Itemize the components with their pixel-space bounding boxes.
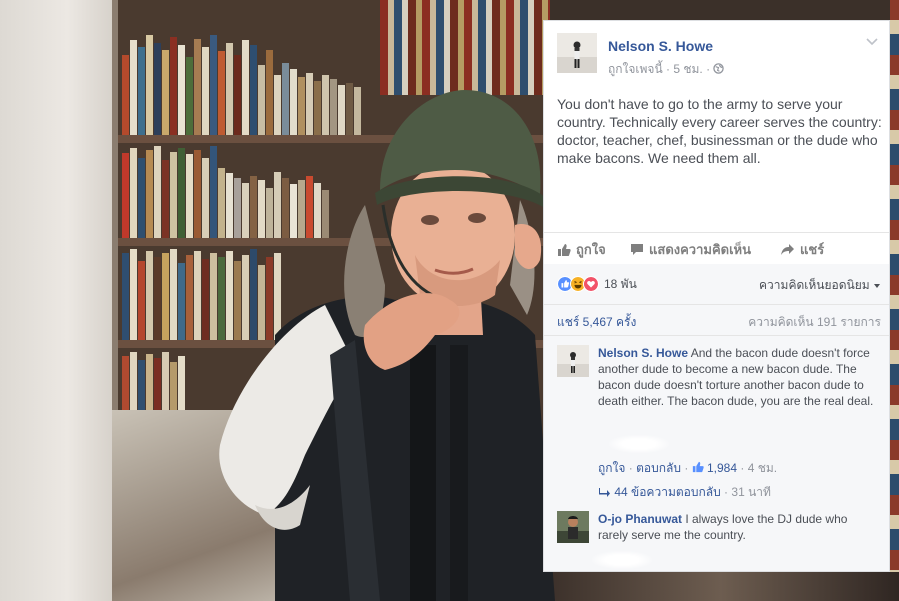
post-author-name[interactable]: Nelson S. Howe <box>608 38 713 54</box>
books <box>380 0 550 95</box>
comment-time[interactable]: 4 ชม. <box>748 461 777 475</box>
like-button[interactable]: ถูกใจ <box>557 239 606 260</box>
comment-actions: ถูกใจ · ตอบกลับ · 1,984 · 4 ชม. <box>598 461 778 475</box>
post-meta: ถูกใจเพจนี้ · 5 ชม. · <box>608 60 725 79</box>
facebook-post-card: Nelson S. Howe ถูกใจเพจนี้ · 5 ชม. · You… <box>543 20 890 572</box>
view-replies-link[interactable]: 44 ข้อความตอบกลับ · 31 นาที <box>599 483 771 502</box>
share-icon <box>781 244 794 255</box>
reply-arrow-icon <box>599 488 610 497</box>
chevron-down-icon[interactable] <box>865 35 879 47</box>
love-reaction-icon <box>583 276 599 292</box>
thumbs-up-icon <box>558 243 571 256</box>
wall <box>0 0 112 601</box>
comment-count[interactable]: ความคิดเห็น 191 รายการ <box>748 313 881 332</box>
comment-icon <box>631 244 643 255</box>
shares-comments-row: แชร์ 5,467 ครั้ง ความคิดเห็น 191 รายการ <box>544 304 889 336</box>
comment-like-count[interactable]: 1,984 <box>707 461 737 475</box>
reactions-summary[interactable]: 18 พัน <box>557 274 637 294</box>
author-avatar[interactable] <box>557 33 597 73</box>
post-text: You don't have to go to the army to serv… <box>557 96 882 166</box>
post-timestamp[interactable]: 5 ชม. <box>673 62 702 76</box>
comment-author[interactable]: O-jo Phanuwat <box>598 512 682 526</box>
share-button[interactable]: แชร์ <box>780 239 824 260</box>
post-header: Nelson S. Howe ถูกใจเพจนี้ · 5 ชม. · <box>557 33 879 77</box>
comment-button[interactable]: แสดงความคิดเห็น <box>630 239 751 260</box>
comment-avatar[interactable] <box>557 511 589 543</box>
comment-reply-link[interactable]: ตอบกลับ <box>636 461 681 475</box>
page-like-link[interactable]: ถูกใจเพจนี้ <box>608 62 663 76</box>
comment-body: Nelson S. Howe And the bacon dude doesn'… <box>598 345 878 409</box>
reaction-count: 18 พัน <box>604 276 637 291</box>
comment-like-link[interactable]: ถูกใจ <box>598 461 625 475</box>
comment-body: O-jo Phanuwat I always love the DJ dude … <box>598 511 878 543</box>
person-in-helmet <box>219 90 555 601</box>
thumbs-up-icon <box>692 461 704 473</box>
comment-author[interactable]: Nelson S. Howe <box>598 346 688 360</box>
top-comments-dropdown[interactable]: ความคิดเห็นยอดนิยม <box>759 276 881 295</box>
comment-item: Nelson S. Howe And the bacon dude doesn'… <box>557 345 882 490</box>
share-count[interactable]: แชร์ 5,467 ครั้ง <box>557 313 636 332</box>
globe-icon <box>713 63 725 74</box>
books <box>122 348 185 418</box>
comment-avatar[interactable] <box>557 345 589 377</box>
post-action-bar: ถูกใจ แสดงความคิดเห็น แชร์ <box>544 232 889 265</box>
chevron-down-icon <box>874 284 880 288</box>
